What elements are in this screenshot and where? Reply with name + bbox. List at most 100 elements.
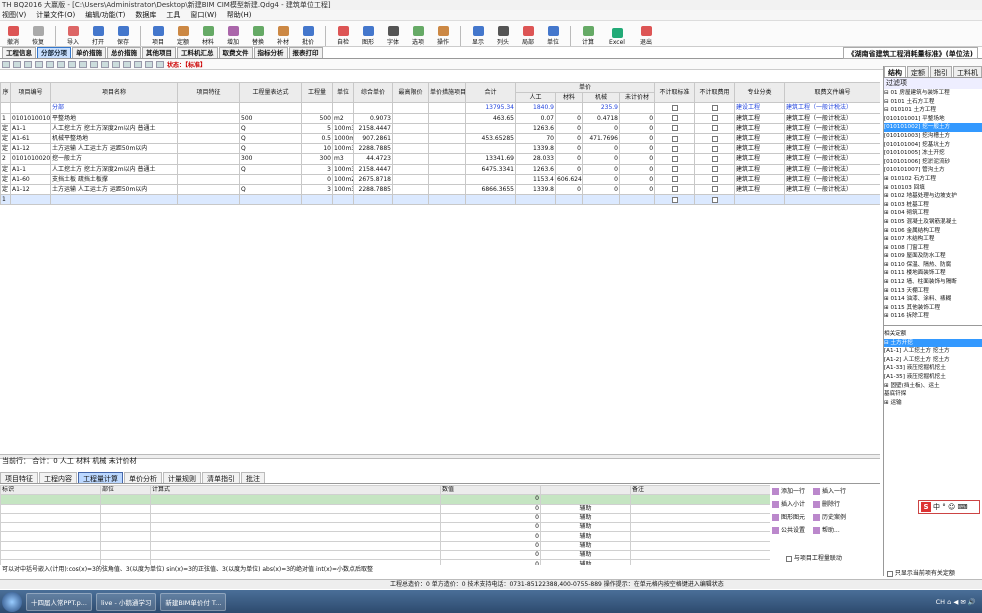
cell-mach[interactable]: 0.4718 [582, 112, 620, 124]
cell-mf[interactable] [428, 163, 466, 175]
cell-c[interactable] [150, 503, 441, 514]
cell-seq[interactable]: 定 [0, 163, 11, 175]
cell-seq[interactable]: 1 [0, 112, 11, 124]
cell-price[interactable]: 2675.8718 [353, 173, 393, 185]
cell-mat[interactable]: 0 [555, 143, 583, 155]
cell-total[interactable]: 453.65285 [465, 132, 516, 145]
cell-total[interactable]: 13341.69 [465, 153, 516, 165]
column-header[interactable]: 未计价材 [618, 92, 656, 104]
column-header[interactable]: 取费文件编号 [784, 82, 880, 104]
cell-c[interactable] [150, 512, 441, 524]
tree-node[interactable]: [A1-1] 人工挖土方 挖土方 [884, 347, 982, 356]
cell-mach[interactable]: 471.7696 [582, 132, 620, 145]
table-row[interactable]: 定 A1-12 土方运输 人工运土方 运距50m以内 Q 10 100m3 2288.788… [0, 143, 880, 155]
cell-code[interactable] [10, 102, 51, 114]
checkbox[interactable] [671, 135, 678, 142]
cell-c2[interactable] [694, 143, 736, 155]
cell-pro[interactable]: 建筑工程 [734, 163, 786, 175]
cell-b[interactable] [100, 531, 151, 542]
cell-c2[interactable] [694, 112, 736, 124]
cell-limit[interactable] [392, 163, 429, 175]
menu-item[interactable]: 窗口(W) [190, 10, 216, 20]
right-tab[interactable]: 结构 [884, 66, 906, 77]
cell-name[interactable]: 机械平整场地 [50, 132, 178, 145]
cell-code[interactable]: A1-61 [10, 132, 51, 145]
tree-node[interactable]: [010101002] 挖一般土方 [884, 123, 982, 132]
tree-node[interactable]: [010101007] 管沟土方 [884, 166, 982, 175]
cell-f[interactable]: 辅助 [540, 540, 631, 552]
detail-tab[interactable]: 批注 [241, 472, 265, 483]
cell-c[interactable] [150, 494, 441, 505]
cell-seq[interactable]: 定 [0, 143, 11, 155]
tree-node[interactable]: [010101006] 挖淤泥流砂 [884, 158, 982, 167]
cell-mach[interactable]: 0 [582, 122, 620, 134]
cell-c1[interactable] [654, 143, 696, 155]
right-tab[interactable]: 定额 [907, 66, 929, 77]
cell-e[interactable]: 0 [440, 494, 541, 505]
cell-mat[interactable]: 0 [555, 163, 583, 175]
cell-e[interactable]: 0 [440, 550, 541, 561]
ime-bar[interactable]: S中 ° ☺ ⌨ [918, 500, 980, 514]
cell-fee[interactable]: 建筑工程（一般计税法） [784, 173, 880, 185]
toolbar-button[interactable]: 显示 [467, 26, 489, 46]
menu-item[interactable]: 计量文件(O) [36, 10, 75, 20]
cell-unp[interactable]: 0 [618, 122, 656, 134]
cell-total[interactable] [465, 122, 516, 134]
cell-expr[interactable] [239, 194, 302, 206]
column-header[interactable]: 数值 [440, 485, 541, 496]
cell-limit[interactable] [392, 102, 429, 114]
action-button[interactable]: 历史案例 [813, 511, 846, 524]
column-header[interactable]: 机械 [582, 92, 620, 104]
cell-unit[interactable]: m2 [332, 112, 354, 124]
cell-limit[interactable] [392, 183, 429, 196]
menu-item[interactable]: 视图(V) [2, 10, 26, 20]
sort-icon[interactable] [112, 60, 120, 68]
checkbox[interactable] [671, 104, 678, 111]
checkbox[interactable] [711, 155, 718, 162]
toolbar-button[interactable]: 替换 [247, 26, 269, 46]
cell-c2[interactable] [694, 132, 736, 145]
cell-seq[interactable]: 定 [0, 173, 11, 185]
cell-f[interactable]: 辅助 [540, 531, 631, 542]
tree-node[interactable]: ⊞ 0115 其他装饰工程 [884, 304, 982, 313]
cell-name[interactable]: 平整场地 [50, 112, 178, 124]
tree-node[interactable]: ⊞ 0113 天棚工程 [884, 287, 982, 296]
cell-c2[interactable] [694, 183, 736, 196]
cell-unit[interactable]: 100m3 [332, 122, 354, 134]
tree-node[interactable]: [010101004] 挖基坑土方 [884, 141, 982, 150]
tab-9[interactable]: 报表打印 [288, 47, 323, 58]
cell-c2[interactable] [694, 153, 736, 165]
cell-price[interactable] [353, 194, 393, 206]
tree-node[interactable]: ⊞ 0107 木结构工程 [884, 235, 982, 244]
detail-tab[interactable]: 工程量计算 [78, 472, 123, 483]
toolbar-button[interactable]: 项目 [147, 26, 169, 46]
cell-b[interactable] [100, 503, 151, 514]
cell-mat[interactable] [555, 194, 583, 206]
table-row[interactable]: 1 [0, 194, 880, 206]
cell-price[interactable] [353, 102, 393, 114]
toolbar-button[interactable]: 字体 [382, 26, 404, 46]
cell-limit[interactable] [392, 112, 429, 124]
cell-c1[interactable] [654, 153, 696, 165]
checkbox[interactable] [671, 115, 678, 122]
table-row[interactable]: 0 辅助 [0, 512, 770, 524]
cell-mach[interactable]: 0 [582, 143, 620, 155]
cell-name[interactable]: 支挡土板 疏挡土板撑 [50, 173, 178, 185]
cell-feature[interactable] [177, 122, 240, 134]
toolbar-button[interactable]: 列头 [492, 26, 514, 46]
cell-qty[interactable] [301, 194, 333, 206]
tree-node[interactable]: ⊞ 固壁(挡土板)、运土 [884, 382, 982, 391]
cell-price[interactable]: 2288.7885 [353, 143, 393, 155]
table-row[interactable]: 1 0101010010 平整场地 500 500 m2 0.9073 463.65 0.07 0… [0, 112, 880, 124]
cell-unp[interactable] [618, 102, 656, 114]
cell-unit[interactable]: 1000m2 [332, 132, 354, 145]
toolbar-button[interactable]: 定额 [172, 26, 194, 46]
toolbar-button[interactable]: 导入 [62, 26, 84, 46]
cell-pro[interactable] [734, 194, 786, 206]
cell-c1[interactable] [654, 173, 696, 185]
cell-b[interactable] [100, 522, 151, 533]
cell-mf[interactable] [428, 102, 466, 114]
cell-fee[interactable]: 建筑工程（一般计税法） [784, 183, 880, 196]
cell-seq[interactable]: 1 [0, 194, 11, 206]
cell-lab[interactable]: 1263.6 [515, 122, 556, 134]
